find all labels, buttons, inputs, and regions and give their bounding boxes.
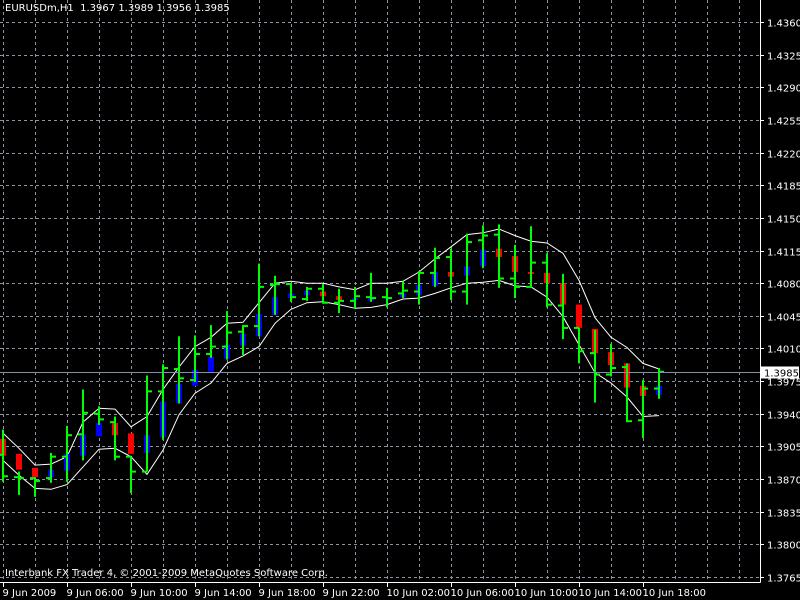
y-tick-label: 1.4290 <box>767 84 800 95</box>
chart-header: EURUSDm,H1 1.3967 1.3989 1.3956 1.3985 <box>5 3 230 14</box>
y-tick-label: 1.4185 <box>767 182 800 193</box>
high-value: 1.3989 <box>118 3 154 14</box>
envelope-bands <box>2 228 660 490</box>
y-tick-label: 1.4080 <box>767 280 800 291</box>
symbol-label: EURUSDm,H1 <box>5 3 74 14</box>
y-tick-label: 1.4325 <box>767 52 800 63</box>
axes: 1.4360 1.4325 1.4290 1.4255 1.4220 1.4185 1.41… <box>0 0 800 599</box>
price-chart[interactable]: 1.4360 1.4325 1.4290 1.4255 1.4220 1.4185 1.41… <box>0 0 800 600</box>
x-tick-label: 9 Jun 2009 <box>3 588 57 599</box>
y-tick-label: 1.3870 <box>767 476 800 487</box>
bear-candle-body <box>128 433 134 454</box>
x-tick-label: 9 Jun 18:00 <box>259 588 316 599</box>
x-tick-label: 10 Jun 14:00 <box>579 588 643 599</box>
x-tick-label: 9 Jun 22:00 <box>323 588 380 599</box>
y-tick-label: 1.4360 <box>767 19 800 30</box>
x-tick-label: 9 Jun 10:00 <box>131 588 188 599</box>
y-tick-label: 1.4150 <box>767 215 800 226</box>
bull-candle-body <box>96 423 102 437</box>
copyright-text: Interbank FX Trader 4, © 2001-2009 MetaQ… <box>5 568 328 579</box>
open-value: 1.3967 <box>80 3 116 14</box>
x-tick-label: 10 Jun 02:00 <box>387 588 451 599</box>
y-tick-label: 1.3905 <box>767 443 800 454</box>
bull-candle-body <box>208 356 214 372</box>
y-tick-label: 1.4045 <box>767 313 800 324</box>
y-tick-label: 1.4115 <box>767 248 800 259</box>
x-tick-label: 10 Jun 06:00 <box>451 588 515 599</box>
y-tick-label: 1.4255 <box>767 117 800 128</box>
x-tick-label: 10 Jun 18:00 <box>643 588 707 599</box>
y-tick-label: 1.3835 <box>767 509 800 520</box>
y-tick-label: 1.3765 <box>767 574 800 585</box>
bear-candle-body <box>16 453 22 470</box>
x-tick-label: 10 Jun 10:00 <box>515 588 579 599</box>
y-tick-label: 1.4220 <box>767 150 800 161</box>
close-value: 1.3985 <box>194 3 230 14</box>
lower-band-line <box>2 279 660 490</box>
grid <box>0 0 760 582</box>
bear-candle-body <box>32 467 38 478</box>
x-tick-label: 9 Jun 06:00 <box>67 588 124 599</box>
x-tick-label: 9 Jun 14:00 <box>195 588 252 599</box>
current-price-label: 1.3985 <box>764 369 799 380</box>
bear-candle-body <box>576 304 582 328</box>
low-value: 1.3956 <box>156 3 192 14</box>
y-tick-label: 1.4010 <box>767 345 800 356</box>
y-tick-label: 1.3940 <box>767 411 800 422</box>
y-tick-label: 1.3800 <box>767 541 800 552</box>
